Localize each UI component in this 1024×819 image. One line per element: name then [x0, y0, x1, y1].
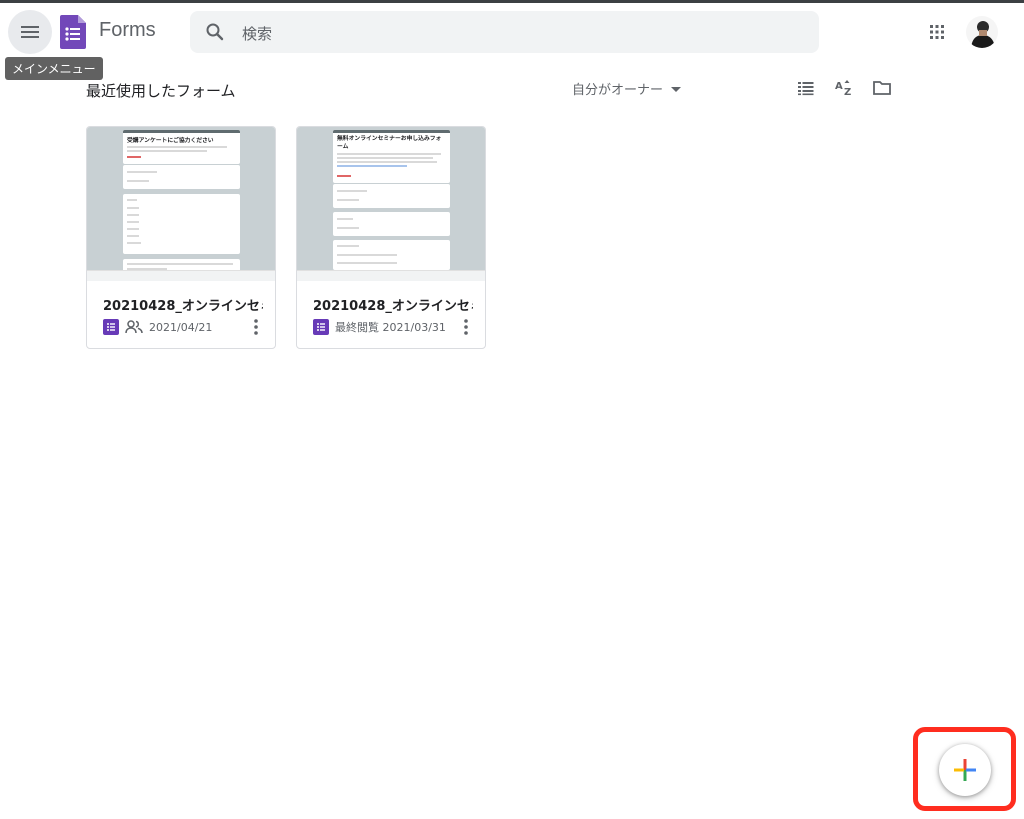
card-title: 20210428_オンラインセミ... — [313, 299, 473, 314]
folder-icon[interactable] — [872, 78, 892, 98]
search-icon[interactable] — [205, 22, 225, 42]
forms-logo-icon[interactable] — [60, 15, 86, 49]
form-thumbnail: 受講アンケートにご協力ください — [87, 127, 275, 270]
thumb-page — [333, 240, 450, 270]
owner-filter-label: 自分がオーナー — [572, 83, 664, 98]
thumb-divider — [297, 270, 485, 281]
shared-people-icon — [125, 320, 143, 334]
sort-az-icon[interactable]: A Z — [834, 78, 854, 98]
thumb-page: 無料オンラインセミナーお申し込みフォーム — [333, 130, 450, 183]
dropdown-arrow-icon — [671, 86, 682, 92]
user-photo-icon — [966, 16, 998, 48]
section-title: 最近使用したフォーム — [86, 82, 236, 100]
plus-icon — [954, 759, 976, 781]
form-card[interactable]: 受講アンケートにご協力ください 20210428_オンラインセミ... — [86, 126, 276, 349]
hamburger-icon — [21, 26, 39, 38]
thumb-page — [123, 165, 240, 189]
search-bar[interactable]: 検索 — [190, 11, 819, 53]
apps-grid-icon[interactable] — [924, 19, 950, 45]
thumb-page — [333, 212, 450, 236]
app-name[interactable]: Forms — [99, 19, 156, 42]
card-meta: 2021/04/21 — [103, 317, 212, 337]
more-options-icon[interactable] — [253, 318, 259, 336]
svg-text:A: A — [835, 81, 843, 92]
thumb-page: 受講アンケートにご協力ください — [123, 130, 240, 164]
card-title: 20210428_オンラインセミ... — [103, 299, 263, 314]
main-menu-button[interactable] — [8, 10, 52, 54]
owner-filter-dropdown[interactable]: 自分がオーナー — [572, 79, 683, 98]
card-date: 2021/04/21 — [149, 320, 213, 334]
thumb-page — [333, 184, 450, 208]
thumb-title: 受講アンケートにご協力ください — [127, 138, 214, 144]
thumb-title: 無料オンラインセミナーお申し込みフォーム — [337, 136, 442, 150]
more-options-icon[interactable] — [463, 318, 469, 336]
svg-text:Z: Z — [844, 87, 851, 98]
main-menu-tooltip: メインメニュー — [5, 57, 103, 80]
thumb-page — [123, 194, 240, 254]
account-avatar[interactable] — [966, 16, 998, 48]
window-top-edge — [0, 0, 1024, 3]
form-type-icon — [103, 319, 119, 335]
create-new-form-button[interactable] — [939, 744, 991, 796]
form-type-icon — [313, 319, 329, 335]
search-input[interactable]: 検索 — [242, 23, 272, 44]
thumb-divider — [87, 270, 275, 281]
form-thumbnail: 無料オンラインセミナーお申し込みフォーム — [297, 127, 485, 270]
list-view-icon[interactable] — [796, 78, 816, 98]
thumb-page — [123, 259, 240, 270]
form-card[interactable]: 無料オンラインセミナーお申し込みフォーム 20210428_オンラインセミ... — [296, 126, 486, 349]
card-meta: 最終閲覧 2021/03/31 — [313, 317, 446, 337]
card-date: 最終閲覧 2021/03/31 — [335, 321, 446, 334]
